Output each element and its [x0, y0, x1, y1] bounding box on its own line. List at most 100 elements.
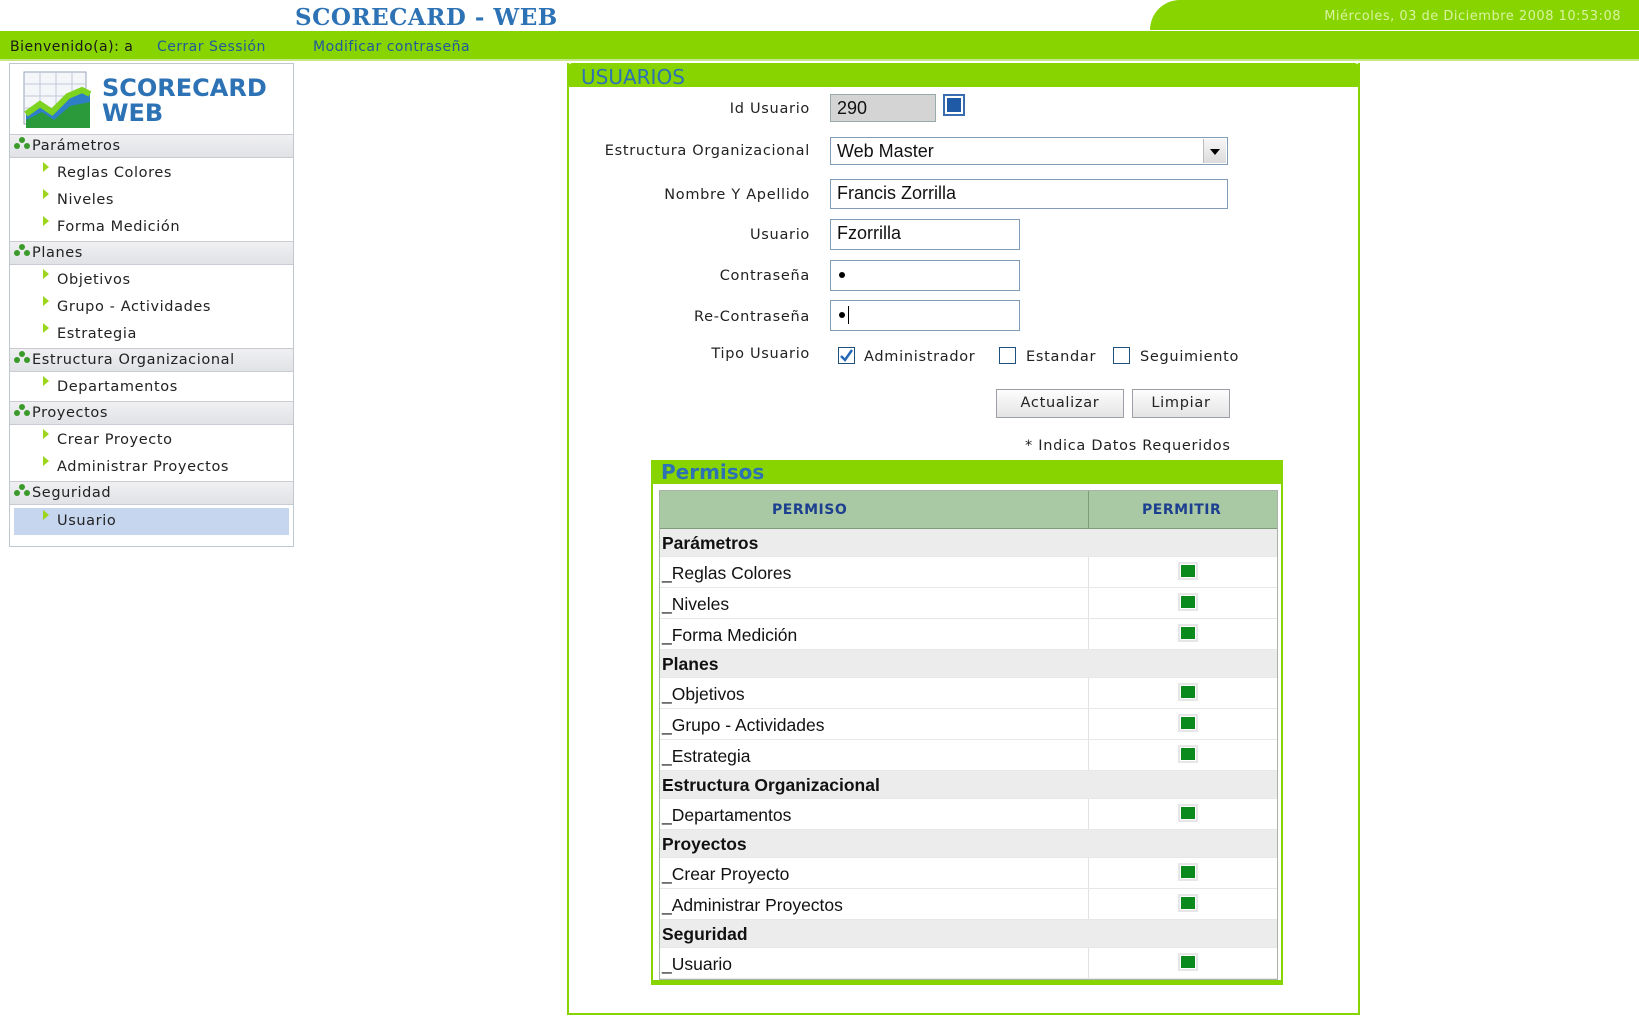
tree-node-icon [14, 244, 30, 256]
permitir-checkbox[interactable] [1178, 894, 1198, 912]
welcome-text: Bienvenido(a): a [10, 39, 134, 55]
estructura-label: Estructura Organizacional [604, 143, 810, 159]
sidebar-item-label: Grupo - Actividades [57, 299, 212, 315]
tree-node-icon [14, 484, 30, 496]
permitir-checkbox[interactable] [1178, 953, 1198, 971]
sidebar: SCORECARD WEB Parámetros Reglas Colores … [9, 63, 294, 547]
column-divider [1088, 948, 1089, 978]
sidebar-section-label: Seguridad [32, 485, 112, 501]
sidebar-section-estructura[interactable]: Estructura Organizacional [10, 348, 293, 372]
permission-row: _Crear Proyecto [660, 858, 1277, 889]
checkbox-label-estandar: Estandar [1026, 349, 1097, 365]
permission-group-name: Planes [662, 654, 719, 674]
sidebar-section-planes[interactable]: Planes [10, 241, 293, 265]
current-datetime: Miércoles, 03 de Diciembre 2008 10:53:08 [1324, 9, 1621, 24]
sidebar-item-label: Crear Proyecto [57, 432, 173, 448]
top-nav-bar: Bienvenido(a): a Cerrar Sessión Modifica… [0, 31, 1639, 61]
permitir-checkbox[interactable] [1178, 624, 1198, 642]
permission-name: _Crear Proyecto [662, 864, 790, 884]
update-button[interactable]: Actualizar [996, 389, 1124, 418]
permission-row: _Objetivos [660, 678, 1277, 709]
lookup-button[interactable] [943, 94, 965, 116]
column-divider [1088, 557, 1089, 587]
tree-node-icon [14, 351, 30, 363]
logo-line2: WEB [102, 99, 164, 127]
checkbox-seguimiento[interactable] [1113, 347, 1130, 364]
sidebar-item-administrar-proyectos[interactable]: Administrar Proyectos [10, 454, 293, 481]
logo-text: SCORECARD WEB [102, 76, 267, 126]
column-divider [1088, 678, 1089, 708]
column-divider [1088, 619, 1089, 649]
nombre-label: Nombre Y Apellido [664, 187, 810, 203]
arrow-right-icon [43, 323, 49, 333]
scorecard-logo-icon [23, 71, 92, 128]
sidebar-item-niveles[interactable]: Niveles [10, 187, 293, 214]
permitir-checkbox[interactable] [1178, 863, 1198, 881]
nombre-field[interactable]: Francis Zorrilla [830, 179, 1228, 209]
usuario-label: Usuario [749, 227, 810, 243]
column-divider [1088, 588, 1089, 618]
column-header-permitir: PERMITIR [1142, 502, 1222, 518]
sidebar-item-label: Niveles [57, 192, 115, 208]
password-field[interactable] [830, 260, 1020, 291]
clear-button[interactable]: Limpiar [1132, 389, 1230, 418]
column-divider [1088, 491, 1089, 528]
permission-name: _Estrategia [662, 746, 751, 766]
sidebar-item-grupo-actividades[interactable]: Grupo - Actividades [10, 294, 293, 321]
arrow-right-icon [43, 216, 49, 226]
permitir-checkbox[interactable] [1178, 562, 1198, 580]
permitir-checkbox[interactable] [1178, 745, 1198, 763]
checkbox-estandar[interactable] [999, 347, 1016, 364]
arrow-right-icon [43, 296, 49, 306]
app-title: SCORECARD - WEB [295, 4, 558, 31]
repassword-field[interactable] [830, 300, 1020, 331]
arrow-right-icon [43, 269, 49, 279]
column-divider [1088, 799, 1089, 829]
sidebar-item-label: Reglas Colores [57, 165, 173, 181]
sidebar-item-forma-medicion[interactable]: Forma Medición [10, 214, 293, 241]
permission-group-name: Parámetros [662, 533, 759, 553]
permission-name: _Usuario [662, 954, 733, 974]
sidebar-item-objetivos[interactable]: Objetivos [10, 267, 293, 294]
table-header: PERMISO PERMITIR [660, 491, 1277, 529]
estructura-selected-value: Web Master [837, 141, 934, 161]
estructura-select[interactable]: Web Master [830, 137, 1228, 165]
checkbox-label-seguimiento: Seguimiento [1140, 349, 1240, 365]
sidebar-section-label: Estructura Organizacional [32, 352, 235, 368]
permission-row: _Reglas Colores [660, 557, 1277, 588]
sidebar-section-proyectos[interactable]: Proyectos [10, 401, 293, 425]
permission-group-row: Estructura Organizacional [660, 771, 1277, 799]
usuario-field[interactable]: Fzorrilla [830, 219, 1020, 250]
change-password-link[interactable]: Modificar contraseña [313, 39, 470, 55]
sidebar-item-usuario[interactable]: Usuario [14, 508, 289, 535]
permisos-header: Permisos [651, 460, 1283, 484]
sidebar-section-parametros[interactable]: Parámetros [10, 134, 293, 158]
sidebar-section-seguridad[interactable]: Seguridad [10, 481, 293, 505]
checkbox-administrador[interactable] [838, 347, 855, 364]
permission-row: _Niveles [660, 588, 1277, 619]
permission-row: _Administrar Proyectos [660, 889, 1277, 920]
permission-name: _Forma Medición [662, 625, 798, 645]
arrow-right-icon [43, 510, 49, 520]
password-mask-dot [839, 312, 845, 318]
sidebar-item-crear-proyecto[interactable]: Crear Proyecto [10, 427, 293, 454]
sidebar-item-departamentos[interactable]: Departamentos [10, 374, 293, 401]
sidebar-section-label: Parámetros [32, 138, 121, 154]
panel-header: USUARIOS [567, 63, 1360, 89]
permitir-checkbox[interactable] [1178, 804, 1198, 822]
sidebar-item-label: Departamentos [57, 379, 178, 395]
permitir-checkbox[interactable] [1178, 593, 1198, 611]
tipo-usuario-label: Tipo Usuario [711, 346, 810, 362]
chevron-down-icon[interactable] [1203, 139, 1226, 163]
permission-name: _Reglas Colores [662, 563, 792, 583]
id-usuario-field: 290 [830, 94, 936, 122]
text-caret [848, 306, 849, 324]
sidebar-item-estrategia[interactable]: Estrategia [10, 321, 293, 348]
permitir-checkbox[interactable] [1178, 683, 1198, 701]
permisos-table: PERMISO PERMITIR Parámetros _Reglas Color… [659, 490, 1278, 980]
panel-title: USUARIOS [581, 65, 685, 89]
date-banner: Miércoles, 03 de Diciembre 2008 10:53:08 [1150, 0, 1639, 30]
permitir-checkbox[interactable] [1178, 714, 1198, 732]
logout-link[interactable]: Cerrar Sessión [157, 39, 266, 55]
sidebar-item-reglas-colores[interactable]: Reglas Colores [10, 160, 293, 187]
